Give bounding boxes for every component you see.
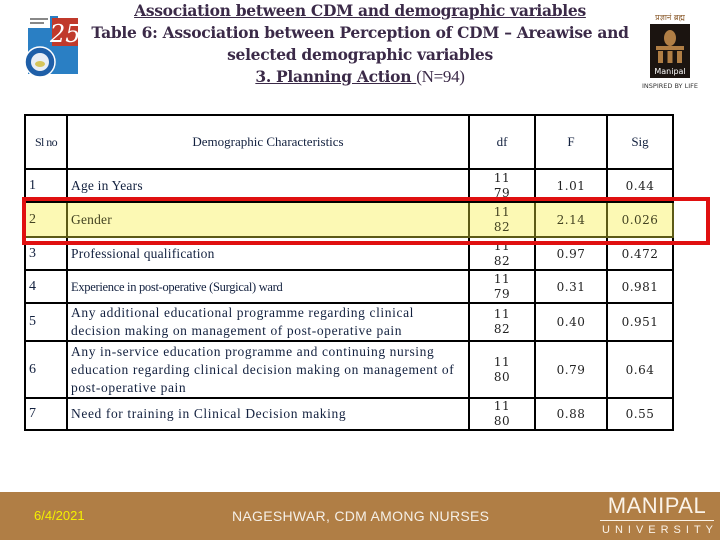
cell-sl-no: 3 (24, 236, 68, 271)
cell-df: 11 80 (468, 340, 536, 399)
cell-sl-no: 7 (24, 397, 68, 431)
cell-sig: 0.981 (606, 269, 674, 304)
df-2: 82 (493, 253, 511, 268)
cell-f: 1.01 (534, 168, 608, 203)
sample-size: (N=94) (416, 67, 465, 86)
manipal-inspired-by-life-logo: प्रज्ञानं ब्रह्म Manipal INSPIRED BY LIF… (642, 13, 698, 90)
cell-df: 11 79 (468, 168, 536, 203)
brand-sub: UNIVERSITY (602, 524, 719, 536)
cell-f: 0.40 (534, 302, 608, 342)
cell-sig: 0.55 (606, 397, 674, 431)
footer-date: 6/4/2021 (34, 508, 85, 523)
title-line-2: Table 6: Association between Perception … (91, 23, 629, 42)
cell-characteristic: Any in-service education programme and c… (66, 340, 470, 399)
cell-f: 0.79 (534, 340, 608, 399)
footer-text: NAGESHWAR, CDM AMONG NURSES (232, 508, 490, 524)
cell-sl-no: 1 (24, 168, 68, 203)
cell-sig: 0.472 (606, 236, 674, 271)
svg-text:Manipal: Manipal (654, 67, 685, 76)
cell-characteristic: Experience in post-operative (Surgical) … (66, 269, 470, 304)
df-1: 11 (493, 204, 511, 219)
association-table: Sl no Demographic Characteristics df F S… (24, 114, 674, 431)
table-row: 6 Any in-service education programme and … (24, 340, 674, 399)
title-line-3: selected demographic variables (227, 45, 493, 64)
df-2: 79 (493, 286, 511, 301)
cell-df: 11 79 (468, 269, 536, 304)
brand-name: MANIPAL (607, 493, 707, 518)
cell-df: 11 80 (468, 397, 536, 431)
table-row: 7 Need for training in Clinical Decision … (24, 397, 674, 431)
df-2: 82 (493, 219, 511, 234)
df-1: 11 (493, 238, 511, 253)
table-row: 1 Age in Years 11 79 1.01 0.44 (24, 168, 674, 203)
df-2: 80 (493, 414, 511, 428)
section-label: 3. Planning Action (255, 67, 417, 86)
table-row: 3 Professional qualification 11 82 0.97 0.472 (24, 236, 674, 271)
table-row: 2 Gender 11 82 2.14 0.026 (24, 201, 674, 238)
cell-characteristic: Professional qualification (66, 236, 470, 271)
slide-title: Association between CDM and demographic … (90, 0, 630, 88)
cell-characteristic: Any additional educational programme reg… (66, 302, 470, 342)
header-sig: Sig (606, 114, 674, 170)
svg-text:INSPIRED BY LIFE: INSPIRED BY LIFE (642, 82, 698, 90)
brand-rule (600, 520, 714, 521)
df-1: 11 (493, 271, 511, 286)
cell-sl-no: 6 (24, 340, 68, 399)
table-row: 4 Experience in post-operative (Surgical)… (24, 269, 674, 304)
header-demographic-characteristics: Demographic Characteristics (66, 114, 470, 170)
table-header-row: Sl no Demographic Characteristics df F S… (24, 114, 674, 170)
header-f: F (534, 114, 608, 170)
svg-text:25: 25 (49, 20, 81, 48)
cell-sig: 0.44 (606, 168, 674, 203)
header-sl-no: Sl no (24, 114, 68, 170)
cell-df: 11 82 (468, 302, 536, 342)
title-line-4: 3. Planning Action (N=94) (90, 66, 630, 88)
df-2: 79 (493, 185, 511, 200)
cell-sl-no: 4 (24, 269, 68, 304)
cell-sig: 0.026 (606, 201, 674, 238)
df-1: 11 (493, 399, 511, 413)
df-2: 82 (493, 322, 511, 336)
title-line-1: Association between CDM and demographic … (134, 1, 586, 20)
df-2: 80 (493, 369, 511, 384)
institution-25-years-logo: 25 (24, 16, 81, 78)
footer-bar: 6/4/2021 NAGESHWAR, CDM AMONG NURSES MAN… (0, 492, 720, 540)
df-1: 11 (493, 307, 511, 321)
cell-sl-no: 5 (24, 302, 68, 342)
cell-sig: 0.951 (606, 302, 674, 342)
header-df: df (468, 114, 536, 170)
cell-sl-no: 2 (24, 201, 68, 238)
cell-df: 11 82 (468, 201, 536, 238)
cell-f: 0.31 (534, 269, 608, 304)
cell-f: 0.88 (534, 397, 608, 431)
cell-f: 0.97 (534, 236, 608, 271)
cell-f: 2.14 (534, 201, 608, 238)
cell-characteristic: Need for training in Clinical Decision m… (66, 397, 470, 431)
df-1: 11 (493, 170, 511, 185)
manipal-university-logo: MANIPAL UNIVERSITY (598, 494, 716, 536)
table-row: 5 Any additional educational programme re… (24, 302, 674, 342)
df-1: 11 (493, 354, 511, 369)
cell-characteristic: Gender (66, 201, 470, 238)
svg-text:प्रज्ञानं ब्रह्म: प्रज्ञानं ब्रह्म (655, 13, 685, 22)
cell-df: 11 82 (468, 236, 536, 271)
cell-characteristic: Age in Years (66, 168, 470, 203)
cell-sig: 0.64 (606, 340, 674, 399)
